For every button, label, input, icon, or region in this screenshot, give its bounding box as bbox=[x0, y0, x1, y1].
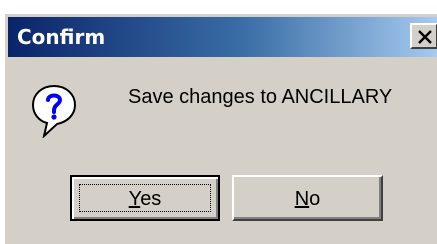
question-icon bbox=[31, 84, 77, 139]
close-icon bbox=[418, 30, 432, 44]
no-button-label: No bbox=[234, 187, 381, 211]
yes-button[interactable]: Yes bbox=[70, 175, 220, 221]
title-bar[interactable]: Confirm bbox=[8, 17, 437, 57]
close-button[interactable] bbox=[410, 23, 437, 49]
yes-button-label: Yes bbox=[72, 187, 218, 211]
confirm-dialog: Confirm Save changes to ANCILLARY Yes No bbox=[5, 14, 437, 244]
no-mnemonic: N bbox=[294, 188, 310, 210]
dialog-title: Confirm bbox=[17, 25, 106, 49]
no-label-rest: o bbox=[309, 188, 321, 210]
no-button[interactable]: No bbox=[232, 175, 383, 221]
yes-mnemonic: Y bbox=[128, 188, 141, 210]
dialog-message: Save changes to ANCILLARY bbox=[128, 86, 393, 108]
yes-label-rest: es bbox=[140, 188, 162, 210]
